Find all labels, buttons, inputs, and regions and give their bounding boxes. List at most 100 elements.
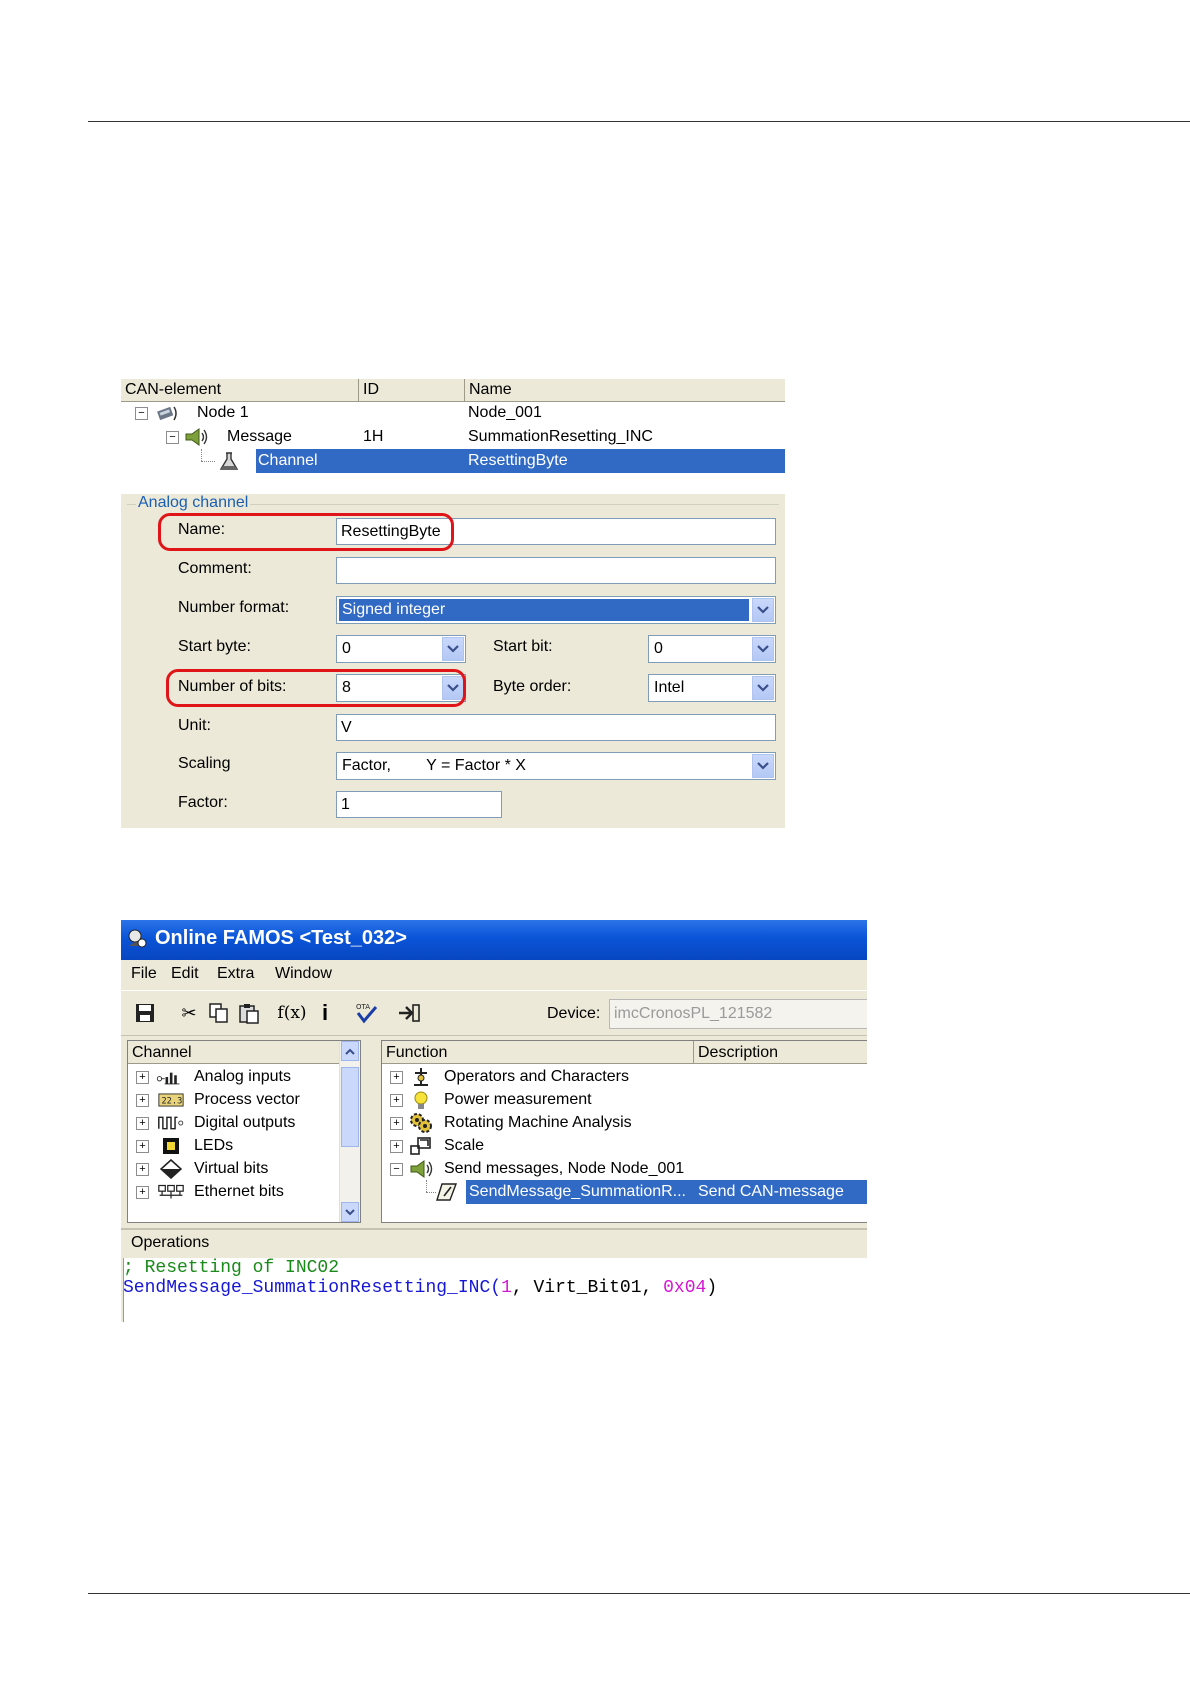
function-item[interactable]: + Rotating Machine Analysis bbox=[382, 1111, 867, 1135]
function-item[interactable]: + Operators and Characters bbox=[382, 1065, 867, 1089]
operators-icon bbox=[408, 1067, 434, 1087]
svg-text:OTA: OTA bbox=[356, 1003, 370, 1011]
function-header[interactable]: Function bbox=[382, 1041, 694, 1064]
expand-icon[interactable]: + bbox=[136, 1163, 149, 1176]
function-item[interactable]: + Scale bbox=[382, 1134, 867, 1158]
info-icon[interactable]: i bbox=[313, 1000, 337, 1025]
function-label: Rotating Machine Analysis bbox=[444, 1114, 632, 1131]
collapse-icon[interactable]: − bbox=[166, 431, 179, 444]
operations-bar: Operations bbox=[121, 1228, 867, 1258]
channel-item[interactable]: + Analog inputs bbox=[128, 1065, 340, 1089]
col-can-element[interactable]: CAN-element bbox=[121, 379, 359, 401]
byte-order-value: Intel bbox=[654, 679, 685, 696]
analog-channel-group: Analog channel Name: ResettingByte Comme… bbox=[121, 494, 785, 828]
menu-extra[interactable]: Extra bbox=[217, 965, 254, 983]
code-function: SendMessage_SummationResetting_INC( bbox=[123, 1278, 502, 1298]
device-field[interactable]: imcCronosPL_121582 bbox=[609, 999, 867, 1029]
menu-file[interactable]: File bbox=[131, 965, 157, 983]
expand-icon[interactable]: + bbox=[136, 1140, 149, 1153]
gears-icon bbox=[408, 1113, 434, 1133]
byte-order-select[interactable]: Intel bbox=[648, 674, 776, 702]
code-line: SendMessage_SummationResetting_INC(1, Vi… bbox=[123, 1278, 717, 1298]
paste-icon[interactable] bbox=[237, 1001, 261, 1025]
expand-icon[interactable]: + bbox=[136, 1186, 149, 1199]
collapse-icon[interactable]: − bbox=[135, 407, 148, 420]
expand-icon[interactable]: + bbox=[390, 1140, 403, 1153]
chevron-down-icon[interactable] bbox=[752, 598, 774, 622]
scroll-up-icon[interactable] bbox=[341, 1041, 359, 1061]
description-header[interactable]: Description bbox=[694, 1041, 867, 1064]
unit-label: Unit: bbox=[178, 717, 211, 734]
bottom-rule bbox=[88, 1593, 1190, 1594]
bits-highlight-ring bbox=[166, 669, 466, 707]
channel-label: Analog inputs bbox=[194, 1068, 291, 1085]
menu-window[interactable]: Window bbox=[275, 965, 332, 983]
number-format-value: Signed integer bbox=[339, 599, 749, 621]
menu-edit[interactable]: Edit bbox=[171, 965, 199, 983]
save-icon[interactable] bbox=[133, 1001, 157, 1025]
channel-item[interactable]: + Ethernet bits bbox=[128, 1180, 340, 1204]
tree-id-message: 1H bbox=[363, 428, 384, 445]
function-icon[interactable]: f(x) bbox=[277, 1001, 307, 1025]
col-id[interactable]: ID bbox=[359, 379, 465, 401]
transfer-icon[interactable] bbox=[397, 1001, 421, 1025]
expand-icon[interactable]: + bbox=[136, 1094, 149, 1107]
chevron-down-icon[interactable] bbox=[752, 637, 774, 661]
chevron-down-icon[interactable] bbox=[442, 637, 464, 661]
chevron-down-icon[interactable] bbox=[752, 754, 774, 778]
collapse-icon[interactable]: − bbox=[390, 1163, 403, 1176]
menu-bar: File Edit Extra Window bbox=[121, 960, 867, 988]
col-name[interactable]: Name bbox=[465, 379, 785, 401]
top-rule bbox=[88, 121, 1190, 122]
tree-row-channel[interactable]: Channel ResettingByte bbox=[121, 449, 785, 473]
scaling-select[interactable]: Factor, Y = Factor * X bbox=[336, 752, 776, 780]
channel-header[interactable]: Channel bbox=[128, 1041, 340, 1064]
unit-input[interactable]: V bbox=[336, 714, 776, 741]
scroll-down-icon[interactable] bbox=[341, 1202, 359, 1222]
comment-input[interactable] bbox=[336, 557, 776, 584]
cut-icon[interactable]: ✂ bbox=[177, 1001, 201, 1025]
tree-label-message: Message bbox=[227, 428, 292, 445]
virtual-bits-icon bbox=[158, 1159, 184, 1179]
message-icon bbox=[408, 1159, 434, 1179]
function-item[interactable]: − Send messages, Node Node_001 bbox=[382, 1157, 867, 1181]
chevron-down-icon[interactable] bbox=[752, 676, 774, 700]
channel-item[interactable]: + Digital outputs bbox=[128, 1111, 340, 1135]
tree-label-node: Node 1 bbox=[197, 404, 249, 421]
code-editor[interactable]: ; Resetting of INC02 SendMessage_Summati… bbox=[123, 1258, 867, 1322]
channel-scrollbar[interactable] bbox=[339, 1041, 360, 1222]
start-byte-label: Start byte: bbox=[178, 638, 251, 655]
channel-item[interactable]: + LEDs bbox=[128, 1134, 340, 1158]
channel-label: Virtual bits bbox=[194, 1160, 269, 1177]
expand-icon[interactable]: + bbox=[390, 1117, 403, 1130]
start-bit-select[interactable]: 0 bbox=[648, 635, 776, 663]
channel-label: LEDs bbox=[194, 1137, 234, 1154]
code-arg-1: 1 bbox=[501, 1278, 512, 1298]
expand-icon[interactable]: + bbox=[136, 1071, 149, 1084]
channel-item[interactable]: + 22.3 Process vector bbox=[128, 1088, 340, 1112]
tree-row-node[interactable]: − Node 1 Node_001 bbox=[121, 401, 785, 425]
message-icon bbox=[183, 427, 209, 447]
group-title: Analog channel bbox=[136, 494, 251, 512]
channel-item[interactable]: + Virtual bits bbox=[128, 1157, 340, 1181]
expand-icon[interactable]: + bbox=[390, 1094, 403, 1107]
function-item-selected[interactable]: SendMessage_SummationR... Send CAN-messa… bbox=[382, 1180, 867, 1204]
expand-icon[interactable]: + bbox=[390, 1071, 403, 1084]
code-arg-3: 0x04 bbox=[663, 1278, 707, 1298]
tree-row-message[interactable]: − Message 1H SummationResetting_INC bbox=[121, 425, 785, 449]
node-icon bbox=[155, 403, 181, 423]
copy-icon[interactable] bbox=[207, 1001, 231, 1025]
check-icon[interactable]: OTA bbox=[353, 1001, 381, 1025]
number-format-select[interactable]: Signed integer bbox=[336, 596, 776, 624]
start-byte-select[interactable]: 0 bbox=[336, 635, 466, 663]
number-format-label: Number format: bbox=[178, 599, 290, 616]
can-tree-header: CAN-element ID Name bbox=[121, 378, 785, 402]
tree-label-channel: Channel bbox=[258, 452, 318, 469]
toolbar: ✂ f(x) i OTA Device: imcCronosPL_121582 bbox=[121, 990, 867, 1036]
factor-input[interactable]: 1 bbox=[336, 791, 502, 818]
expand-icon[interactable]: + bbox=[136, 1117, 149, 1130]
function-item[interactable]: + Power measurement bbox=[382, 1088, 867, 1112]
scale-icon bbox=[408, 1136, 434, 1156]
digital-outputs-icon bbox=[158, 1113, 184, 1133]
scroll-thumb[interactable] bbox=[341, 1067, 359, 1147]
